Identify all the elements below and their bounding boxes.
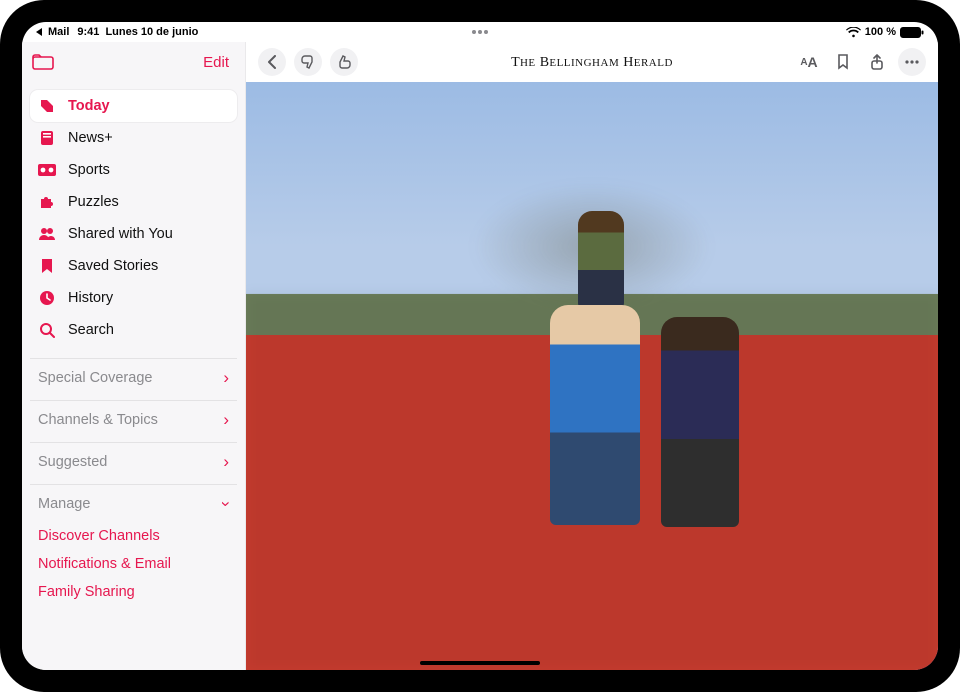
article-hero-image — [246, 82, 938, 670]
sidebar-item-search[interactable]: Search — [30, 314, 237, 346]
article-toolbar: THE BELLINGHAM HERALD AA — [246, 42, 938, 82]
puzzle-icon — [38, 193, 56, 211]
sidebar-section-special-coverage[interactable]: Special Coverage › — [30, 358, 237, 396]
search-icon — [38, 321, 56, 339]
sidebar-item-saved[interactable]: Saved Stories — [30, 250, 237, 282]
sidebar-section-label: Special Coverage — [38, 370, 152, 386]
status-bar: Mail 9:41 Lunes 10 de junio 100 % — [22, 22, 938, 42]
clock-icon — [38, 289, 56, 307]
sidebar-item-label: History — [68, 290, 113, 306]
publication-title: THE BELLINGHAM HERALD — [511, 54, 673, 71]
sidebar-item-shared[interactable]: Shared with You — [30, 218, 237, 250]
battery-label: 100 % — [865, 26, 896, 38]
sidebar-item-sports[interactable]: Sports — [30, 154, 237, 186]
multitask-dots-icon[interactable] — [471, 26, 489, 38]
status-date: Lunes 10 de junio — [105, 26, 198, 38]
chevron-right-icon: › — [223, 368, 229, 388]
photo-woman-figure — [661, 317, 739, 527]
sidebar: Edit Today News+ — [22, 42, 246, 670]
sidebar-header: Edit — [22, 42, 245, 82]
sidebar-item-label: Today — [68, 98, 110, 114]
ipad-frame: Mail 9:41 Lunes 10 de junio 100 % — [0, 0, 960, 692]
sidebar-link-notifications-email[interactable]: Notifications & Email — [30, 550, 237, 578]
home-indicator[interactable] — [420, 661, 540, 665]
more-button[interactable] — [898, 48, 926, 76]
scoreboard-icon — [38, 161, 56, 179]
back-button[interactable] — [258, 48, 286, 76]
chevron-right-icon: › — [223, 452, 229, 472]
screen: Mail 9:41 Lunes 10 de junio 100 % — [22, 22, 938, 670]
news-icon — [38, 97, 56, 115]
chevron-down-icon: › — [216, 501, 236, 507]
article-pane: THE BELLINGHAM HERALD AA — [246, 42, 938, 670]
sidebar-section-suggested[interactable]: Suggested › — [30, 442, 237, 480]
thumbs-up-button[interactable] — [330, 48, 358, 76]
content-split: Edit Today News+ — [22, 42, 938, 670]
sidebar-section-label: Suggested — [38, 454, 107, 470]
sidebar-link-family-sharing[interactable]: Family Sharing — [30, 578, 237, 606]
sidebar-item-label: Sports — [68, 162, 110, 178]
sidebar-link-discover-channels[interactable]: Discover Channels — [30, 522, 237, 550]
sidebar-item-label: News+ — [68, 130, 113, 146]
sidebar-section-manage[interactable]: Manage › — [30, 484, 237, 522]
sidebar-item-newsplus[interactable]: News+ — [30, 122, 237, 154]
sidebar-item-history[interactable]: History — [30, 282, 237, 314]
sidebar-item-label: Search — [68, 322, 114, 338]
sidebar-section-label: Manage — [38, 496, 90, 512]
status-time: 9:41 — [77, 26, 99, 38]
folder-icon[interactable] — [32, 54, 54, 70]
newsplus-icon — [38, 129, 56, 147]
photo-child-figure — [578, 211, 624, 309]
wifi-icon — [846, 27, 861, 38]
text-size-button[interactable]: AA — [796, 49, 822, 75]
back-to-app-label[interactable]: Mail — [48, 26, 69, 38]
share-button[interactable] — [864, 49, 890, 75]
people-icon — [38, 225, 56, 243]
chevron-right-icon: › — [223, 410, 229, 430]
sidebar-item-today[interactable]: Today — [30, 90, 237, 122]
bookmark-button[interactable] — [830, 49, 856, 75]
photo-man-figure — [550, 305, 640, 525]
battery-icon — [900, 27, 924, 38]
sidebar-list: Today News+ Sports — [22, 82, 245, 670]
back-to-app-caret-icon[interactable] — [36, 28, 42, 36]
sidebar-section-channels-topics[interactable]: Channels & Topics › — [30, 400, 237, 438]
bookmark-icon — [38, 257, 56, 275]
sidebar-item-puzzles[interactable]: Puzzles — [30, 186, 237, 218]
sidebar-item-label: Shared with You — [68, 226, 173, 242]
edit-button[interactable]: Edit — [203, 54, 229, 71]
thumbs-down-button[interactable] — [294, 48, 322, 76]
sidebar-section-label: Channels & Topics — [38, 412, 158, 428]
sidebar-item-label: Puzzles — [68, 194, 119, 210]
sidebar-item-label: Saved Stories — [68, 258, 158, 274]
